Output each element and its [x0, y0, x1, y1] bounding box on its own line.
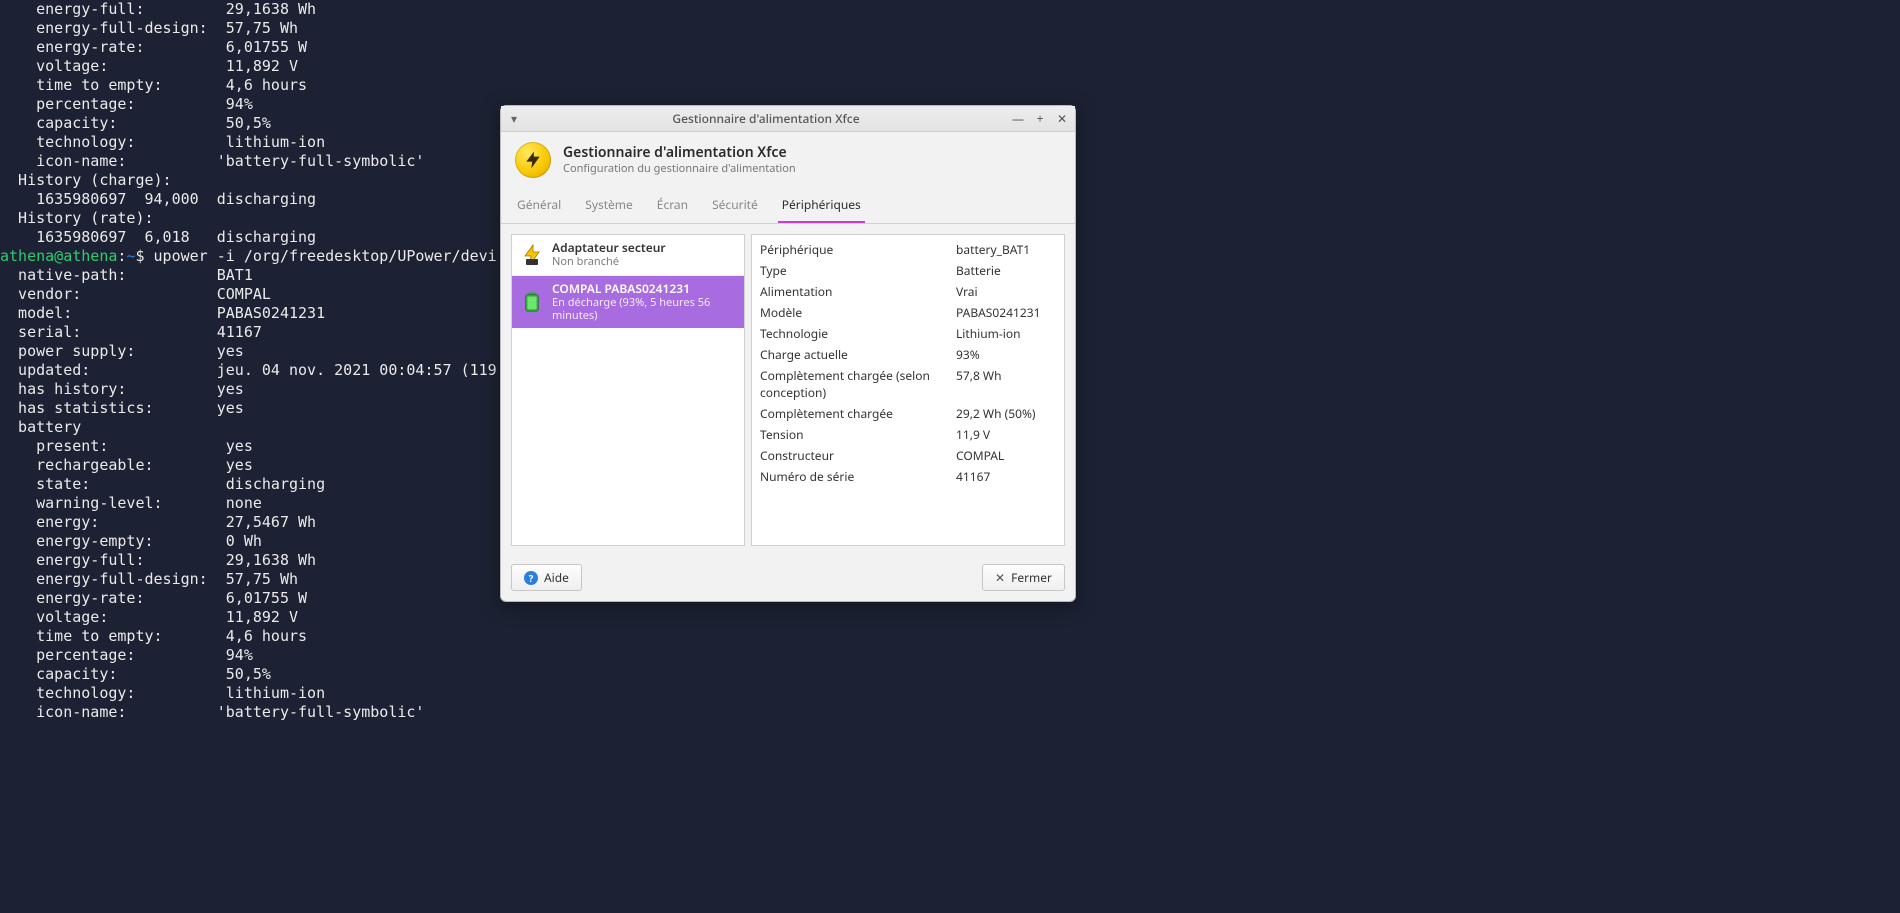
- help-button[interactable]: ? Aide: [511, 564, 582, 591]
- detail-row: AlimentationVrai: [752, 281, 1064, 302]
- minimize-button[interactable]: —: [1011, 110, 1025, 127]
- ac-adapter-icon: [520, 243, 544, 267]
- detail-row: ModèlePABAS0241231: [752, 302, 1064, 323]
- tab-general[interactable]: Général: [513, 190, 565, 223]
- device-details: Périphériquebattery_BAT1TypeBatterieAlim…: [751, 234, 1065, 546]
- detail-row: TechnologieLithium-ion: [752, 323, 1064, 344]
- terminal-output: energy-full: 29,1638 Wh energy-full-desi…: [0, 0, 497, 722]
- detail-value: 11,9 V: [956, 426, 990, 443]
- tab-display[interactable]: Écran: [653, 190, 692, 223]
- detail-row: Périphériquebattery_BAT1: [752, 239, 1064, 260]
- detail-key: Périphérique: [760, 241, 956, 258]
- detail-key: Charge actuelle: [760, 346, 956, 363]
- maximize-button[interactable]: +: [1033, 110, 1047, 127]
- detail-key: Numéro de série: [760, 468, 956, 485]
- device-item-battery[interactable]: COMPAL PABAS0241231 En décharge (93%, 5 …: [512, 276, 744, 329]
- close-icon: ✕: [995, 569, 1005, 586]
- detail-value: 57,8 Wh: [956, 367, 1002, 401]
- detail-key: Alimentation: [760, 283, 956, 300]
- device-subtitle: En décharge (93%, 5 heures 56 minutes): [552, 296, 736, 322]
- detail-key: Technologie: [760, 325, 956, 342]
- tabs: Général Système Écran Sécurité Périphéri…: [501, 190, 1075, 224]
- detail-key: Type: [760, 262, 956, 279]
- help-icon: ?: [524, 571, 538, 585]
- detail-value: COMPAL: [956, 447, 1004, 464]
- close-label: Fermer: [1011, 569, 1052, 586]
- detail-row: Charge actuelle93%: [752, 344, 1064, 365]
- detail-value: battery_BAT1: [956, 241, 1030, 258]
- close-window-button[interactable]: ✕: [1055, 110, 1069, 127]
- detail-value: 93%: [956, 346, 980, 363]
- detail-row: Complètement chargée (selon conception)5…: [752, 365, 1064, 403]
- detail-key: Tension: [760, 426, 956, 443]
- power-manager-window: ▾ Gestionnaire d'alimentation Xfce — + ✕…: [500, 105, 1076, 602]
- device-list[interactable]: Adaptateur secteur Non branché COMPAL PA…: [511, 234, 745, 546]
- detail-key: Complètement chargée (selon conception): [760, 367, 956, 401]
- detail-row: Tension11,9 V: [752, 424, 1064, 445]
- window-header: Gestionnaire d'alimentation Xfce Configu…: [501, 132, 1075, 184]
- close-button[interactable]: ✕ Fermer: [982, 564, 1065, 591]
- power-icon: [515, 142, 551, 178]
- battery-icon: [520, 290, 544, 314]
- titlebar[interactable]: ▾ Gestionnaire d'alimentation Xfce — + ✕: [501, 106, 1075, 132]
- tab-system[interactable]: Système: [581, 190, 637, 223]
- detail-row: Numéro de série41167: [752, 466, 1064, 487]
- device-subtitle: Non branché: [552, 255, 666, 268]
- detail-value: 29,2 Wh (50%): [956, 405, 1036, 422]
- device-title: Adaptateur secteur: [552, 241, 666, 255]
- app-subtitle: Configuration du gestionnaire d'alimenta…: [563, 162, 796, 176]
- detail-value: Vrai: [956, 283, 978, 300]
- window-title: Gestionnaire d'alimentation Xfce: [521, 110, 1011, 127]
- device-item-adapter[interactable]: Adaptateur secteur Non branché: [512, 235, 744, 276]
- detail-value: 41167: [956, 468, 990, 485]
- detail-value: PABAS0241231: [956, 304, 1040, 321]
- tab-devices[interactable]: Périphériques: [778, 190, 865, 223]
- detail-key: Constructeur: [760, 447, 956, 464]
- window-menu-icon[interactable]: ▾: [507, 110, 521, 127]
- detail-key: Modèle: [760, 304, 956, 321]
- detail-value: Lithium-ion: [956, 325, 1021, 342]
- detail-row: TypeBatterie: [752, 260, 1064, 281]
- app-title: Gestionnaire d'alimentation Xfce: [563, 144, 796, 162]
- detail-row: ConstructeurCOMPAL: [752, 445, 1064, 466]
- tab-security[interactable]: Sécurité: [708, 190, 762, 223]
- help-label: Aide: [544, 569, 569, 586]
- window-footer: ? Aide ✕ Fermer: [501, 556, 1075, 601]
- device-title: COMPAL PABAS0241231: [552, 282, 736, 296]
- detail-row: Complètement chargée29,2 Wh (50%): [752, 403, 1064, 424]
- detail-value: Batterie: [956, 262, 1001, 279]
- detail-key: Complètement chargée: [760, 405, 956, 422]
